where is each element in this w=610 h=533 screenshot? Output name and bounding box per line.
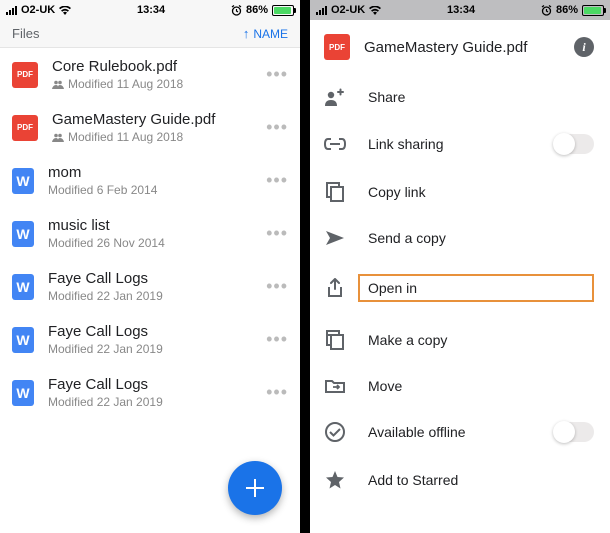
menu-label: Move <box>368 378 594 394</box>
sheet-title: GameMastery Guide.pdf <box>364 39 560 56</box>
more-button[interactable]: ••• <box>266 170 288 191</box>
header-files-label: Files <box>12 26 39 41</box>
time-label: 13:34 <box>137 4 165 16</box>
menu-label: Available offline <box>368 424 532 440</box>
file-row[interactable]: Wmusic list Modified 26 Nov 2014 ••• <box>0 207 300 260</box>
menu-label: Link sharing <box>368 136 532 152</box>
sheet-header: PDF GameMastery Guide.pdf i <box>310 20 610 74</box>
menu-item-move[interactable]: Move <box>310 364 610 408</box>
carrier-label: O2-UK <box>331 4 365 16</box>
toggle-switch[interactable] <box>554 134 594 154</box>
file-name: music list <box>48 217 252 234</box>
link-icon <box>324 138 346 150</box>
carrier-label: O2-UK <box>21 4 55 16</box>
offline-icon <box>324 422 346 442</box>
file-subtitle: Modified 22 Jan 2019 <box>48 342 252 356</box>
file-subtitle: Modified 22 Jan 2019 <box>48 395 252 409</box>
file-name: GameMastery Guide.pdf <box>52 111 252 128</box>
shared-icon <box>52 133 64 142</box>
file-subtitle: Modified 11 Aug 2018 <box>52 130 252 144</box>
more-button[interactable]: ••• <box>266 64 288 85</box>
sort-button[interactable]: ↑ NAME <box>243 26 288 41</box>
file-row[interactable]: W Faye Call Logs Modified 22 Jan 2019 ••• <box>0 260 300 313</box>
plus-icon <box>245 478 265 498</box>
copy-icon <box>324 182 346 202</box>
file-name: Core Rulebook.pdf <box>52 58 252 75</box>
menu-label: Send a copy <box>368 230 594 246</box>
battery-pct: 86% <box>246 4 268 16</box>
signal-icon <box>316 6 327 15</box>
move-icon <box>324 378 346 394</box>
phone-left: O2-UK 13:34 86% Files ↑ NAME PDF Core Rul… <box>0 0 300 533</box>
menu-label: Open in <box>358 274 594 302</box>
wifi-icon <box>59 6 71 15</box>
info-button[interactable]: i <box>574 37 594 57</box>
star-icon <box>324 470 346 490</box>
menu-label: Copy link <box>368 184 594 200</box>
more-button[interactable]: ••• <box>266 223 288 244</box>
alarm-icon <box>541 5 552 16</box>
word-icon: W <box>12 221 34 247</box>
battery-icon <box>272 5 294 16</box>
menu-item-star[interactable]: Add to Starred <box>310 456 610 504</box>
menu-item-openin[interactable]: Open in <box>310 260 610 316</box>
word-icon: W <box>12 168 34 194</box>
file-row[interactable]: W Faye Call Logs Modified 22 Jan 2019 ••• <box>0 366 300 419</box>
list-header: Files ↑ NAME <box>0 20 300 48</box>
file-name: mom <box>48 164 252 181</box>
share-icon <box>324 88 346 106</box>
menu-label: Share <box>368 89 594 105</box>
menu-item-makecopy[interactable]: Make a copy <box>310 316 610 364</box>
sort-arrow-icon: ↑ <box>243 26 250 41</box>
word-icon: W <box>12 274 34 300</box>
battery-pct: 86% <box>556 4 578 16</box>
file-name: Faye Call Logs <box>48 270 252 287</box>
pdf-icon: PDF <box>12 62 38 88</box>
file-subtitle: Modified 11 Aug 2018 <box>52 77 252 91</box>
menu-label: Add to Starred <box>368 472 594 488</box>
alarm-icon <box>231 5 242 16</box>
menu-item-copy[interactable]: Copy link <box>310 168 610 216</box>
file-name: Faye Call Logs <box>48 376 252 393</box>
word-icon: W <box>12 380 34 406</box>
file-subtitle: Modified 22 Jan 2019 <box>48 289 252 303</box>
status-bar: O2-UK 13:34 86% <box>0 0 300 20</box>
action-menu: Share Link sharing Copy link Send a copy Ope… <box>310 74 610 533</box>
menu-item-share[interactable]: Share <box>310 74 610 120</box>
menu-item-send[interactable]: Send a copy <box>310 216 610 260</box>
menu-item-offline[interactable]: Available offline <box>310 408 610 456</box>
more-button[interactable]: ••• <box>266 117 288 138</box>
phone-right: O2-UK 13:34 86% PDF GameMastery Guide.pd… <box>310 0 610 533</box>
file-subtitle: Modified 26 Nov 2014 <box>48 236 252 250</box>
more-button[interactable]: ••• <box>266 329 288 350</box>
sort-label: NAME <box>253 27 288 41</box>
makecopy-icon <box>324 330 346 350</box>
more-button[interactable]: ••• <box>266 276 288 297</box>
menu-label: Make a copy <box>368 332 594 348</box>
shared-icon <box>52 80 64 89</box>
more-button[interactable]: ••• <box>266 382 288 403</box>
battery-icon <box>582 5 604 16</box>
file-row[interactable]: PDF Core Rulebook.pdf Modified 11 Aug 2018… <box>0 48 300 101</box>
menu-item-link[interactable]: Link sharing <box>310 120 610 168</box>
openin-icon <box>324 278 346 298</box>
signal-icon <box>6 6 17 15</box>
toggle-switch[interactable] <box>554 422 594 442</box>
pdf-icon: PDF <box>324 34 350 60</box>
pdf-icon: PDF <box>12 115 38 141</box>
status-bar: O2-UK 13:34 86% <box>310 0 610 20</box>
file-name: Faye Call Logs <box>48 323 252 340</box>
file-subtitle: Modified 6 Feb 2014 <box>48 183 252 197</box>
send-icon <box>324 230 346 246</box>
word-icon: W <box>12 327 34 353</box>
file-row[interactable]: PDF GameMastery Guide.pdf Modified 11 Aug … <box>0 101 300 154</box>
file-row[interactable]: Wmom Modified 6 Feb 2014 ••• <box>0 154 300 207</box>
wifi-icon <box>369 6 381 15</box>
file-row[interactable]: W Faye Call Logs Modified 22 Jan 2019 ••• <box>0 313 300 366</box>
fab-add-button[interactable] <box>228 461 282 515</box>
time-label: 13:34 <box>447 4 475 16</box>
